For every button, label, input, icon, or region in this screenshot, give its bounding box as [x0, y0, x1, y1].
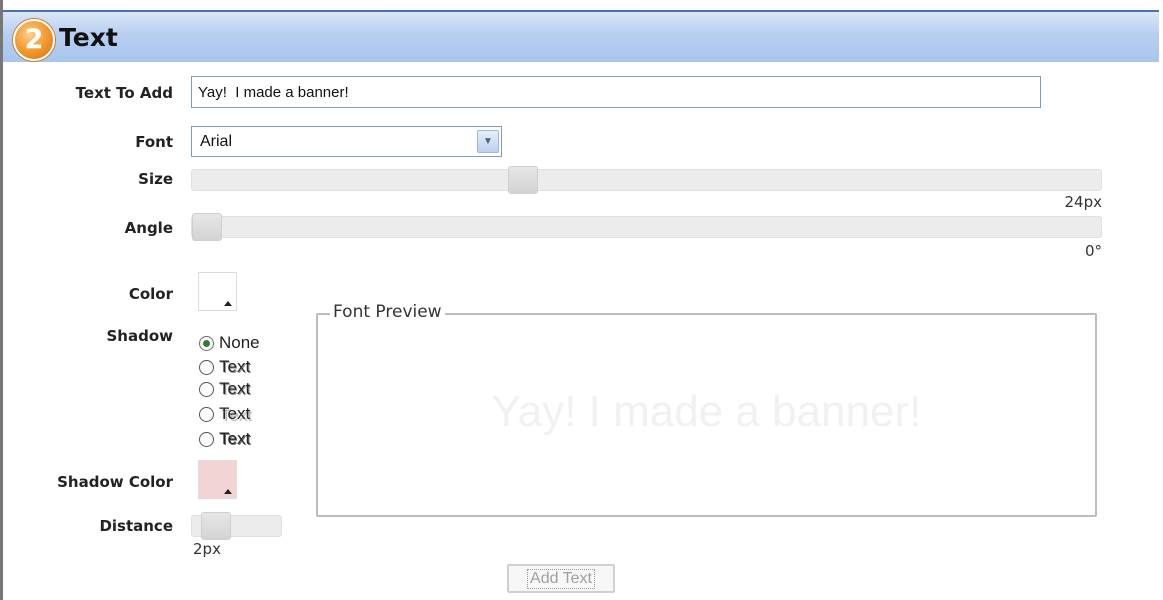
- shadow-option-label: Text: [219, 379, 251, 398]
- section-title: Text: [59, 23, 118, 52]
- angle-slider[interactable]: [191, 213, 1102, 241]
- distance-slider-handle[interactable]: [201, 512, 231, 540]
- color-label: Color: [128, 285, 173, 303]
- picker-arrow-icon: [224, 489, 232, 494]
- radio-button[interactable]: [199, 406, 214, 422]
- shadow-option-none[interactable]: None: [199, 331, 260, 355]
- chevron-down-icon[interactable]: ▼: [477, 130, 499, 153]
- shadow-color-picker-swatch[interactable]: [198, 460, 237, 499]
- font-label: Font: [135, 133, 173, 151]
- font-preview-legend: Font Preview: [330, 302, 445, 322]
- shadow-option-label: Text: [219, 404, 251, 423]
- size-slider-handle[interactable]: [508, 166, 538, 194]
- angle-value: 0°: [1084, 242, 1102, 260]
- shadow-color-label: Shadow Color: [57, 473, 173, 491]
- size-value: 24px: [1064, 193, 1103, 211]
- angle-slider-handle[interactable]: [192, 213, 222, 241]
- shadow-option-label: Text: [219, 357, 251, 376]
- shadow-option-3[interactable]: Text: [199, 402, 250, 426]
- size-label: Size: [138, 170, 173, 188]
- shadow-option-1[interactable]: Text: [199, 355, 250, 379]
- font-selected-value: Arial: [200, 133, 233, 150]
- top-border: [0, 0, 1163, 8]
- size-slider[interactable]: [191, 166, 1102, 194]
- distance-slider[interactable]: [191, 512, 282, 540]
- add-text-label: Add Text: [527, 568, 595, 589]
- color-picker-swatch[interactable]: [198, 272, 237, 311]
- left-border: [0, 0, 3, 600]
- radio-button[interactable]: [199, 335, 214, 351]
- step-number-badge: 2: [13, 19, 55, 61]
- radio-button[interactable]: [199, 431, 214, 447]
- shadow-option-label: Text: [219, 429, 251, 448]
- distance-label: Distance: [99, 517, 173, 535]
- radio-button[interactable]: [199, 381, 214, 397]
- shadow-option-2[interactable]: Text: [199, 377, 250, 401]
- text-to-add-input[interactable]: [191, 76, 1041, 108]
- section-header: 2 Text: [3, 10, 1159, 62]
- distance-value: 2px: [193, 540, 221, 558]
- angle-label: Angle: [124, 219, 173, 237]
- shadow-option-label: None: [219, 333, 260, 352]
- radio-button[interactable]: [199, 359, 214, 375]
- font-preview-text: Yay! I made a banner!: [491, 387, 922, 436]
- text-step-panel: 2 Text Text To Add Font Arial ▼ Size 24p…: [0, 0, 1163, 600]
- add-text-button[interactable]: Add Text: [507, 564, 615, 593]
- picker-arrow-icon: [224, 301, 232, 306]
- shadow-label: Shadow: [106, 327, 173, 345]
- shadow-option-4[interactable]: Text: [199, 427, 250, 451]
- text-to-add-label: Text To Add: [75, 84, 173, 102]
- font-select[interactable]: Arial ▼: [191, 126, 502, 157]
